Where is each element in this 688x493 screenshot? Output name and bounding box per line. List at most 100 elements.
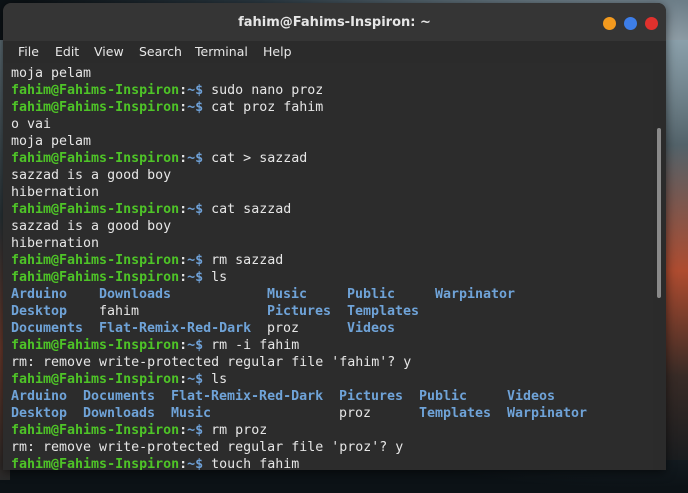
prompt-path: ~$ bbox=[187, 253, 204, 268]
directory-entry: Flat-Remix-Red-Dark bbox=[99, 321, 252, 336]
command-line: fahim@Fahims-Inspiron:~$ ls bbox=[11, 269, 227, 286]
prompt-separator: : bbox=[179, 270, 188, 285]
output-line: hibernation bbox=[11, 185, 100, 200]
directory-entry: Videos bbox=[347, 321, 396, 336]
command-text: ls bbox=[203, 372, 228, 387]
command-line: fahim@Fahims-Inspiron:~$ cat sazzad bbox=[11, 201, 291, 218]
command-text: cat sazzad bbox=[203, 202, 292, 217]
command-line: fahim@Fahims-Inspiron:~$ ls bbox=[11, 371, 227, 388]
directory-entry: Desktop bbox=[11, 406, 68, 421]
title-bar[interactable]: fahim@Fahims-Inspiron: ~ bbox=[3, 3, 666, 41]
directory-entry: Downloads bbox=[99, 287, 172, 302]
desktop-wallpaper: fahim@Fahims-Inspiron: ~ File Edit View … bbox=[0, 0, 688, 493]
directory-entry: Public bbox=[419, 389, 468, 404]
prompt-separator: : bbox=[179, 100, 188, 115]
command-line: fahim@Fahims-Inspiron:~$ rm -i fahim bbox=[11, 337, 299, 354]
directory-entry: Templates bbox=[347, 304, 420, 319]
prompt-path: ~$ bbox=[187, 423, 204, 438]
output-line: o vai bbox=[11, 117, 52, 132]
file-entry: proz bbox=[339, 406, 372, 421]
prompt-path: ~$ bbox=[187, 100, 204, 115]
command-line: fahim@Fahims-Inspiron:~$ sudo nano proz bbox=[11, 82, 323, 99]
prompt-separator: : bbox=[179, 83, 188, 98]
terminal-output[interactable]: moja pelam fahim@Fahims-Inspiron:~$ sudo … bbox=[3, 63, 653, 470]
maximize-button[interactable] bbox=[624, 17, 637, 30]
prompt-separator: : bbox=[179, 372, 188, 387]
output-line: moja pelam bbox=[11, 66, 92, 81]
command-text: ls bbox=[203, 270, 228, 285]
prompt-user-host: fahim@Fahims-Inspiron bbox=[11, 338, 180, 353]
prompt-separator: : bbox=[179, 151, 188, 166]
prompt-user-host: fahim@Fahims-Inspiron bbox=[11, 270, 180, 285]
prompt-path: ~$ bbox=[187, 270, 204, 285]
prompt-user-host: fahim@Fahims-Inspiron bbox=[11, 457, 180, 470]
scrollbar[interactable] bbox=[654, 63, 666, 470]
directory-entry: Documents bbox=[83, 389, 156, 404]
command-text: cat > sazzad bbox=[203, 151, 308, 166]
ls-output-row: Desktop Downloads Music proz Templates Warpin… bbox=[11, 405, 651, 422]
directory-entry: Music bbox=[267, 287, 308, 302]
prompt-user-host: fahim@Fahims-Inspiron bbox=[11, 372, 180, 387]
prompt-separator: : bbox=[179, 253, 188, 268]
directory-entry: Warpinator bbox=[435, 287, 516, 302]
directory-entry: Templates bbox=[419, 406, 492, 421]
command-text: cat proz fahim bbox=[203, 100, 324, 115]
directory-entry: Pictures bbox=[267, 304, 332, 319]
command-line: fahim@Fahims-Inspiron:~$ touch fahim bbox=[11, 456, 299, 470]
prompt-separator: : bbox=[179, 338, 188, 353]
output-line: sazzad is a good boy bbox=[11, 168, 172, 183]
terminal-window[interactable]: fahim@Fahims-Inspiron: ~ File Edit View … bbox=[3, 3, 666, 470]
command-line: fahim@Fahims-Inspiron:~$ rm proz bbox=[11, 422, 267, 439]
prompt-path: ~$ bbox=[187, 457, 204, 470]
prompt-user-host: fahim@Fahims-Inspiron bbox=[11, 151, 180, 166]
directory-entry: Flat-Remix-Red-Dark bbox=[171, 389, 324, 404]
ls-output-row: Documents Flat-Remix-Red-Dark proz Videos bbox=[11, 320, 651, 337]
directory-entry: Videos bbox=[507, 389, 556, 404]
prompt-user-host: fahim@Fahims-Inspiron bbox=[11, 202, 180, 217]
command-text: rm -i fahim bbox=[203, 338, 300, 353]
ls-output-row: Arduino Documents Flat-Remix-Red-Dark Pictu… bbox=[11, 388, 651, 405]
menu-terminal[interactable]: Terminal bbox=[195, 44, 248, 59]
directory-entry: Music bbox=[171, 406, 212, 421]
directory-entry: Downloads bbox=[83, 406, 156, 421]
prompt-user-host: fahim@Fahims-Inspiron bbox=[11, 83, 180, 98]
prompt-separator: : bbox=[179, 423, 188, 438]
menu-help[interactable]: Help bbox=[263, 44, 292, 59]
prompt-user-host: fahim@Fahims-Inspiron bbox=[11, 253, 180, 268]
command-line: fahim@Fahims-Inspiron:~$ cat > sazzad bbox=[11, 150, 307, 167]
ls-output-row: Arduino Downloads Music Public Warpinator bbox=[11, 286, 651, 303]
output-line: rm: remove write-protected regular file … bbox=[11, 440, 404, 455]
directory-entry: Arduino bbox=[11, 287, 68, 302]
prompt-user-host: fahim@Fahims-Inspiron bbox=[11, 423, 180, 438]
close-button[interactable] bbox=[645, 17, 658, 30]
directory-entry: Documents bbox=[11, 321, 84, 336]
output-line: hibernation bbox=[11, 236, 100, 251]
menu-view[interactable]: View bbox=[94, 44, 124, 59]
directory-entry: Warpinator bbox=[507, 406, 588, 421]
directory-entry: Desktop bbox=[11, 304, 68, 319]
window-title: fahim@Fahims-Inspiron: ~ bbox=[238, 15, 431, 30]
menu-file[interactable]: File bbox=[18, 44, 39, 59]
prompt-separator: : bbox=[179, 457, 188, 470]
menu-search[interactable]: Search bbox=[139, 44, 182, 59]
prompt-path: ~$ bbox=[187, 202, 204, 217]
file-entry: proz bbox=[267, 321, 300, 336]
scrollbar-thumb[interactable] bbox=[657, 128, 661, 298]
prompt-path: ~$ bbox=[187, 151, 204, 166]
minimize-button[interactable] bbox=[603, 17, 616, 30]
command-line: fahim@Fahims-Inspiron:~$ rm sazzad bbox=[11, 252, 283, 269]
directory-entry: Arduino bbox=[11, 389, 68, 404]
menu-edit[interactable]: Edit bbox=[55, 44, 79, 59]
output-line: sazzad is a good boy bbox=[11, 219, 172, 234]
prompt-user-host: fahim@Fahims-Inspiron bbox=[11, 100, 180, 115]
command-text: sudo nano proz bbox=[203, 83, 324, 98]
output-line: rm: remove write-protected regular file … bbox=[11, 355, 412, 370]
command-text: rm sazzad bbox=[203, 253, 284, 268]
prompt-separator: : bbox=[179, 202, 188, 217]
file-entry: fahim bbox=[99, 304, 140, 319]
prompt-path: ~$ bbox=[187, 372, 204, 387]
directory-entry: Public bbox=[347, 287, 396, 302]
menu-bar: File Edit View Search Terminal Help bbox=[3, 41, 666, 63]
directory-entry: Pictures bbox=[339, 389, 404, 404]
prompt-path: ~$ bbox=[187, 338, 204, 353]
